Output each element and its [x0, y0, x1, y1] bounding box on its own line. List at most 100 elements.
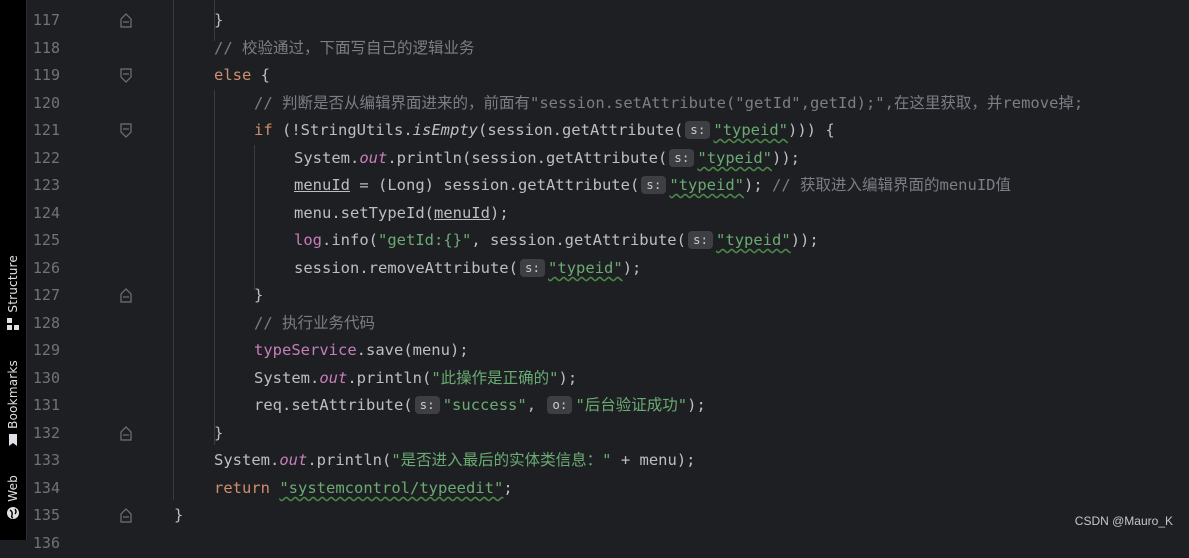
- code-line: 132 }: [27, 420, 1189, 448]
- closing-brace: }: [214, 424, 224, 442]
- code-fragment: .println(: [347, 369, 432, 387]
- line-number: 118: [32, 39, 60, 57]
- code-text: System.out.println("此操作是正确的");: [254, 365, 577, 393]
- line-number: 126: [32, 259, 60, 277]
- fold-end-icon[interactable]: [120, 13, 132, 28]
- line-number: 117: [32, 11, 60, 29]
- globe-icon: [7, 506, 19, 519]
- code-fragment: System.: [214, 451, 280, 469]
- fold-end-icon[interactable]: [120, 288, 132, 303]
- code-fragment: ));: [772, 149, 801, 167]
- code-text: }: [214, 420, 223, 448]
- code-text: return "systemcontrol/typeedit";: [214, 475, 513, 503]
- code-line: 126 session.removeAttribute(s: "typeid");: [27, 255, 1189, 283]
- line-number: 136: [32, 534, 60, 552]
- code-fragment: );: [558, 369, 578, 387]
- code-fragment: .println(: [307, 451, 392, 469]
- code-line: 122 System.out.println(session.getAttrib…: [27, 145, 1189, 173]
- parameter-hint: s:: [414, 396, 440, 414]
- line-number: 135: [32, 506, 60, 524]
- string-literal: "success": [442, 396, 527, 414]
- code-text: session.removeAttribute(s: "typeid");: [294, 255, 641, 283]
- code-text: menu.setTypeId(menuId);: [294, 200, 509, 228]
- code-fragment: ,: [526, 396, 546, 414]
- code-text: }: [174, 502, 183, 530]
- code-text: log.info("getId:{}", session.getAttribut…: [294, 227, 819, 255]
- code-text: typeService.save(menu);: [254, 337, 469, 365]
- code-fragment: ));: [790, 231, 819, 249]
- line-number: 124: [32, 204, 60, 222]
- fold-start-icon[interactable]: [120, 68, 132, 83]
- line-number: 132: [32, 424, 60, 442]
- code-line: 124 menu.setTypeId(menuId);: [27, 200, 1189, 228]
- code-fragment: .println(session.getAttribute(: [387, 149, 668, 167]
- comment: // 获取进入编辑界面的menuID值: [772, 176, 1012, 194]
- fold-start-icon[interactable]: [120, 123, 132, 138]
- bookmark-icon: [9, 433, 17, 446]
- string-literal: "typeid": [669, 176, 745, 194]
- string-literal: "此操作是正确的": [431, 369, 559, 387]
- code-line: 129 typeService.save(menu);: [27, 337, 1189, 365]
- parameter-hint: s:: [687, 231, 714, 249]
- code-editor[interactable]: 117 } 118 // 校验通过，下面写自己的逻辑业务 119 else { …: [27, 0, 1189, 552]
- web-tool-label: Web: [6, 475, 20, 502]
- code-fragment: ))) {: [788, 121, 835, 139]
- line-number: 131: [32, 396, 60, 414]
- code-line: 130 System.out.println("此操作是正确的");: [27, 365, 1189, 393]
- comment: // 校验通过，下面写自己的逻辑业务: [214, 39, 475, 57]
- code-fragment: req.setAttribute(: [254, 396, 413, 414]
- code-line: 128 // 执行业务代码: [27, 310, 1189, 338]
- keyword: return: [214, 479, 270, 497]
- keyword: if: [254, 121, 273, 139]
- code-fragment: = (Long) session.getAttribute(: [350, 176, 640, 194]
- string-literal: "是否进入最后的实体类信息：": [391, 451, 612, 469]
- code-fragment: );: [687, 396, 706, 414]
- code-text: System.out.println("是否进入最后的实体类信息：" + men…: [214, 447, 696, 475]
- parameter-hint: o:: [547, 396, 573, 414]
- line-number: 127: [32, 286, 60, 304]
- line-number: 120: [32, 94, 60, 112]
- watermark-text: CSDN @Mauro_K: [1074, 514, 1173, 528]
- line-number: 122: [32, 149, 60, 167]
- fold-end-icon[interactable]: [120, 426, 132, 441]
- line-number: 133: [32, 451, 60, 469]
- code-line: 120 // 判断是否从编辑界面进来的，前面有"session.setAttri…: [27, 90, 1189, 118]
- web-tool-button[interactable]: Web: [0, 475, 26, 520]
- string-literal: "typeid": [697, 149, 773, 167]
- method-name: isEmpty: [412, 121, 478, 139]
- code-line: 134 return "systemcontrol/typeedit";: [27, 475, 1189, 503]
- string-literal: "getId:{}": [378, 231, 472, 249]
- parameter-hint: s:: [641, 176, 667, 194]
- static-field: out: [359, 149, 388, 167]
- structure-tool-button[interactable]: Structure: [0, 255, 26, 331]
- code-fragment: System.: [254, 369, 320, 387]
- code-text: menuId = (Long) session.getAttribute(s: "…: [294, 172, 1011, 200]
- code-fragment: ;: [503, 479, 513, 497]
- string-literal: "typeid": [713, 121, 789, 139]
- code-fragment: (session.getAttribute(: [477, 121, 684, 139]
- line-number: 129: [32, 341, 60, 359]
- code-line: 135 }: [27, 502, 1189, 530]
- code-fragment: + menu);: [611, 451, 696, 469]
- code-fragment: System.: [294, 149, 360, 167]
- code-text: if (!StringUtils.isEmpty(session.getAttr…: [254, 117, 835, 145]
- field: typeService: [254, 341, 357, 359]
- structure-icon: [7, 317, 19, 330]
- code-fragment: .save(menu);: [356, 341, 469, 359]
- string-literal: "systemcontrol/typeedit": [279, 479, 504, 497]
- variable: menuId: [294, 176, 350, 194]
- fold-end-icon[interactable]: [120, 508, 132, 523]
- line-number: 119: [32, 66, 60, 84]
- variable: menuId: [433, 204, 490, 222]
- code-fragment: menu.setTypeId(: [294, 204, 434, 222]
- static-field: out: [319, 369, 348, 387]
- bookmarks-tool-button[interactable]: Bookmarks: [0, 360, 26, 447]
- comment: // 执行业务代码: [254, 314, 375, 332]
- code-line: 121 if (!StringUtils.isEmpty(session.get…: [27, 117, 1189, 145]
- code-line: 123 menuId = (Long) session.getAttribute…: [27, 172, 1189, 200]
- structure-tool-label: Structure: [6, 255, 20, 313]
- code-fragment: );: [744, 176, 773, 194]
- parameter-hint: s:: [519, 259, 546, 277]
- code-fragment: .info(: [322, 231, 378, 249]
- code-line: 133 System.out.println("是否进入最后的实体类信息：" +…: [27, 447, 1189, 475]
